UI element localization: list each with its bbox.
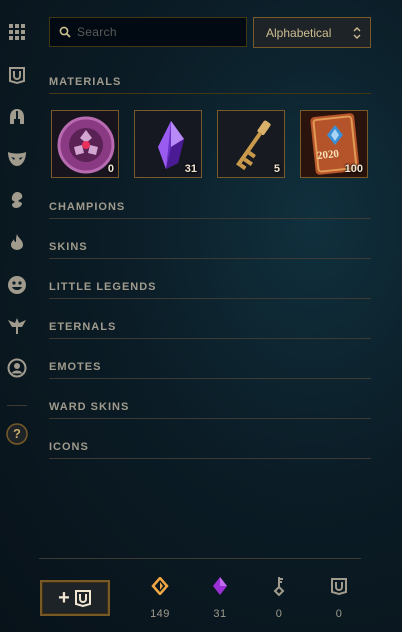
section-skins-label: SKINS bbox=[49, 241, 88, 253]
section-icons-label: ICONS bbox=[49, 441, 89, 453]
section-icons[interactable]: ICONS bbox=[49, 440, 371, 459]
search-field[interactable] bbox=[49, 17, 247, 47]
chest-icon[interactable] bbox=[5, 63, 29, 87]
key-fragment-icon bbox=[269, 576, 289, 596]
section-emotes-label: EMOTES bbox=[49, 361, 102, 373]
material-tile-hextech-key[interactable]: 5 bbox=[217, 110, 285, 178]
section-materials[interactable]: MATERIALS bbox=[49, 75, 371, 94]
currency-blue-essence[interactable]: 149 bbox=[140, 576, 180, 622]
search-input[interactable] bbox=[71, 19, 237, 45]
add-chest-button[interactable]: + bbox=[40, 580, 110, 616]
material-tile-gemstone[interactable]: 31 bbox=[134, 110, 202, 178]
currency-key-fragments[interactable]: 0 bbox=[259, 576, 299, 622]
section-emotes[interactable]: EMOTES bbox=[49, 360, 371, 379]
gemstones-value: 31 bbox=[213, 608, 227, 620]
section-champions-label: CHAMPIONS bbox=[49, 201, 126, 213]
little-legend-icon[interactable] bbox=[5, 188, 29, 212]
section-eternals-label: ETERNALS bbox=[49, 321, 117, 333]
grid-icon[interactable] bbox=[5, 20, 29, 44]
chest-icon bbox=[74, 590, 91, 607]
blue-essence-value: 149 bbox=[150, 608, 170, 620]
helmet-icon[interactable] bbox=[5, 105, 29, 129]
search-icon bbox=[59, 26, 71, 38]
material-tile-event-token[interactable]: 2020 100 bbox=[300, 110, 368, 178]
section-champions[interactable]: CHAMPIONS bbox=[49, 200, 371, 219]
gem-icon bbox=[210, 576, 230, 596]
event-token-year: 2020 bbox=[316, 147, 340, 163]
tile-count: 100 bbox=[344, 163, 363, 175]
plus-icon: + bbox=[58, 587, 70, 609]
section-skins[interactable]: SKINS bbox=[49, 240, 371, 259]
profile-icon[interactable] bbox=[5, 356, 29, 380]
tile-count: 0 bbox=[107, 163, 114, 175]
flame-icon[interactable] bbox=[5, 230, 29, 254]
footer-divider bbox=[39, 558, 361, 559]
currency-chests[interactable]: 0 bbox=[319, 576, 359, 622]
sort-dropdown[interactable]: Alphabetical bbox=[253, 17, 371, 48]
tile-count: 5 bbox=[273, 163, 280, 175]
section-ward-skins[interactable]: WARD SKINS bbox=[49, 400, 371, 419]
chest-icon bbox=[329, 576, 349, 596]
sidebar-divider bbox=[7, 405, 27, 406]
section-materials-label: MATERIALS bbox=[49, 76, 122, 88]
sort-arrows-icon bbox=[353, 27, 361, 39]
section-eternals[interactable]: ETERNALS bbox=[49, 320, 371, 339]
help-button[interactable]: ? bbox=[5, 422, 29, 446]
help-label: ? bbox=[13, 426, 21, 441]
chests-value: 0 bbox=[335, 608, 343, 620]
blue-essence-icon bbox=[150, 576, 170, 596]
sidebar: ? bbox=[0, 0, 34, 632]
emote-icon[interactable] bbox=[5, 273, 29, 297]
mask-icon[interactable] bbox=[5, 146, 29, 170]
material-tile-mythic-token[interactable]: 0 bbox=[51, 110, 119, 178]
section-little-legends[interactable]: LITTLE LEGENDS bbox=[49, 280, 371, 299]
ward-icon[interactable] bbox=[5, 314, 29, 338]
key-fragments-value: 0 bbox=[275, 608, 283, 620]
sort-dropdown-value: Alphabetical bbox=[266, 25, 332, 40]
currency-gemstones[interactable]: 31 bbox=[200, 576, 240, 622]
section-ward-skins-label: WARD SKINS bbox=[49, 401, 130, 413]
tile-count: 31 bbox=[184, 163, 197, 175]
section-little-legends-label: LITTLE LEGENDS bbox=[49, 281, 157, 293]
